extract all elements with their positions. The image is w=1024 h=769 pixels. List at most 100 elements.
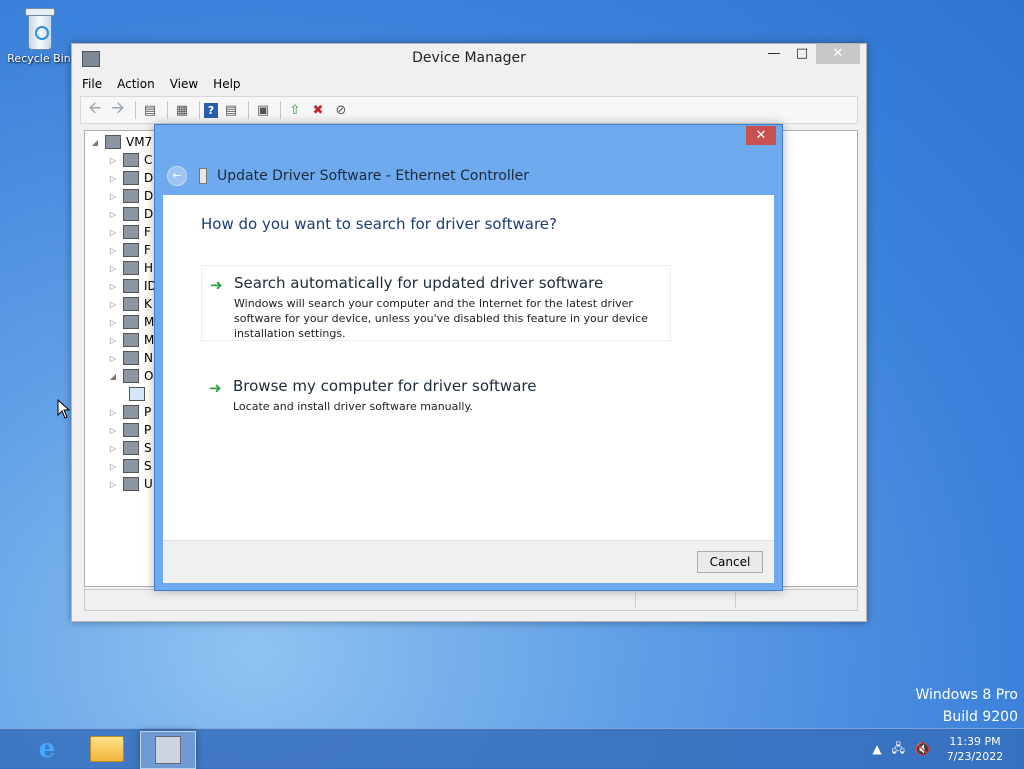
expand-icon[interactable]: ▷	[107, 354, 119, 363]
tree-item[interactable]: ▷ D	[107, 169, 153, 187]
taskbar: e ▲ 🖧 🔇 11:39 PM 7/23/2022	[0, 728, 1024, 769]
expand-icon[interactable]: ▷	[107, 408, 119, 417]
volume-muted-icon[interactable]: 🔇	[915, 742, 930, 756]
disable-device-icon[interactable]: ⊘	[331, 101, 351, 119]
tree-item-label: H	[144, 261, 154, 275]
expand-icon[interactable]: ▷	[107, 282, 119, 291]
tree-item[interactable]: ▷ H	[107, 259, 153, 277]
toolbar-separator	[167, 101, 168, 119]
tree-item[interactable]: ▷ D	[107, 205, 153, 223]
device-category-icon	[123, 207, 139, 221]
tree-item[interactable]: ▷ F	[107, 241, 151, 259]
scan-hardware-icon[interactable]: ▣	[253, 101, 273, 119]
dialog-question: How do you want to search for driver sof…	[201, 215, 557, 233]
network-error-icon[interactable]: 🖧	[892, 739, 905, 760]
search-automatically-option[interactable]: ➜ Search automatically for updated drive…	[201, 265, 671, 341]
tree-item-selected[interactable]	[125, 385, 150, 403]
help-icon[interactable]: ?	[204, 102, 218, 118]
clock[interactable]: 11:39 PM 7/23/2022	[940, 734, 1010, 764]
tree-item-label: S	[144, 441, 152, 455]
device-category-icon	[123, 333, 139, 347]
dialog-close-button[interactable]: ✕	[746, 126, 776, 145]
tree-item[interactable]: ▷ M	[107, 331, 154, 349]
back-arrow-icon[interactable]: 🡨	[85, 98, 105, 119]
tree-item[interactable]: ▷ S	[107, 457, 152, 475]
tree-item[interactable]: ▷ F	[107, 223, 151, 241]
status-bar	[84, 589, 858, 611]
close-button[interactable]: ✕	[816, 44, 860, 64]
expand-icon[interactable]: ▷	[107, 300, 119, 309]
browse-computer-option[interactable]: ➜ Browse my computer for driver software…	[201, 369, 703, 422]
tree-item[interactable]: ▷ ID	[107, 277, 157, 295]
device-category-icon	[123, 189, 139, 203]
tree-item[interactable]: ◢ O	[107, 367, 153, 385]
device-category-icon	[123, 477, 139, 491]
green-arrow-icon: ➜	[210, 276, 223, 294]
show-hidden-icons-icon[interactable]: ▲	[872, 742, 881, 756]
tree-item[interactable]: ▷ S	[107, 439, 152, 457]
forward-arrow-icon[interactable]: 🡪	[108, 98, 128, 119]
expand-icon[interactable]: ▷	[107, 246, 119, 255]
expand-icon[interactable]: ▷	[107, 336, 119, 345]
menu-help[interactable]: Help	[213, 77, 240, 91]
properties-icon[interactable]: ▦	[172, 101, 192, 119]
tree-item[interactable]: ▷ N	[107, 349, 153, 367]
clock-time: 11:39 PM	[949, 735, 1001, 748]
device-category-icon	[123, 279, 139, 293]
collapse-icon[interactable]: ◢	[107, 372, 119, 381]
maximize-button[interactable]: □	[788, 44, 816, 64]
show-hide-console-tree-icon[interactable]: ▤	[140, 101, 160, 119]
menu-bar: File Action View Help	[72, 72, 866, 96]
menu-view[interactable]: View	[170, 77, 198, 91]
toolbar: 🡨 🡪 ▤ ▦ ? ▤ ▣ ⇧ ✖ ⊘	[80, 96, 858, 124]
device-category-icon	[123, 369, 139, 383]
cancel-button[interactable]: Cancel	[697, 551, 763, 573]
tree-item[interactable]: ▷ D	[107, 187, 153, 205]
menu-file[interactable]: File	[82, 77, 102, 91]
internet-explorer-icon[interactable]: e	[20, 731, 74, 767]
tree-item[interactable]: ▷ C	[107, 151, 152, 169]
expand-icon[interactable]: ▷	[107, 444, 119, 453]
tree-root[interactable]: ◢ VM7	[89, 133, 152, 151]
clock-date: 7/23/2022	[946, 750, 1004, 763]
minimize-button[interactable]: —	[760, 44, 788, 64]
recycle-bin-icon	[22, 6, 56, 50]
expand-icon[interactable]: ▷	[107, 462, 119, 471]
tree-item[interactable]: ▷ U	[107, 475, 153, 493]
dialog-footer: Cancel	[163, 540, 774, 583]
file-explorer-icon[interactable]	[80, 731, 134, 767]
uninstall-icon[interactable]: ✖	[308, 101, 328, 119]
toolbar-separator	[280, 101, 281, 119]
device-manager-taskbar-icon[interactable]	[140, 731, 196, 769]
expand-icon[interactable]: ▷	[107, 318, 119, 327]
expand-icon[interactable]: ▷	[107, 480, 119, 489]
tree-item[interactable]: ▷ P	[107, 421, 151, 439]
update-driver-icon[interactable]: ⇧	[285, 101, 305, 119]
menu-action[interactable]: Action	[117, 77, 155, 91]
expand-icon[interactable]: ▷	[107, 174, 119, 183]
expand-icon[interactable]: ▷	[107, 192, 119, 201]
watermark-edition: Windows 8 Pro	[915, 687, 1018, 703]
status-divider	[635, 592, 636, 608]
expand-icon[interactable]: ▷	[107, 426, 119, 435]
tree-item[interactable]: ▷ P	[107, 403, 151, 421]
ethernet-device-icon	[199, 168, 207, 184]
expand-icon[interactable]: ▷	[107, 228, 119, 237]
collapse-icon[interactable]: ◢	[89, 138, 101, 147]
expand-icon[interactable]: ▷	[107, 210, 119, 219]
expand-icon[interactable]: ▷	[107, 264, 119, 273]
expand-icon[interactable]: ▷	[107, 156, 119, 165]
tree-item[interactable]: ▷ K	[107, 295, 152, 313]
action-pane-icon[interactable]: ▤	[221, 101, 241, 119]
recycle-bin-desktop-icon[interactable]: Recycle Bin	[6, 6, 72, 65]
dialog-content: How do you want to search for driver sof…	[163, 195, 774, 540]
title-bar[interactable]: Device Manager — □ ✕	[72, 44, 866, 72]
dialog-header: ← Update Driver Software - Ethernet Cont…	[163, 161, 776, 191]
device-category-icon	[123, 297, 139, 311]
back-arrow-icon[interactable]: ←	[167, 166, 187, 186]
windows-watermark: Windows 8 Pro Build 9200	[915, 684, 1018, 728]
tree-item-label: P	[144, 423, 152, 437]
tree-item[interactable]: ▷ M	[107, 313, 154, 331]
tree-item-label: P	[144, 405, 152, 419]
toolbar-separator	[135, 101, 136, 119]
